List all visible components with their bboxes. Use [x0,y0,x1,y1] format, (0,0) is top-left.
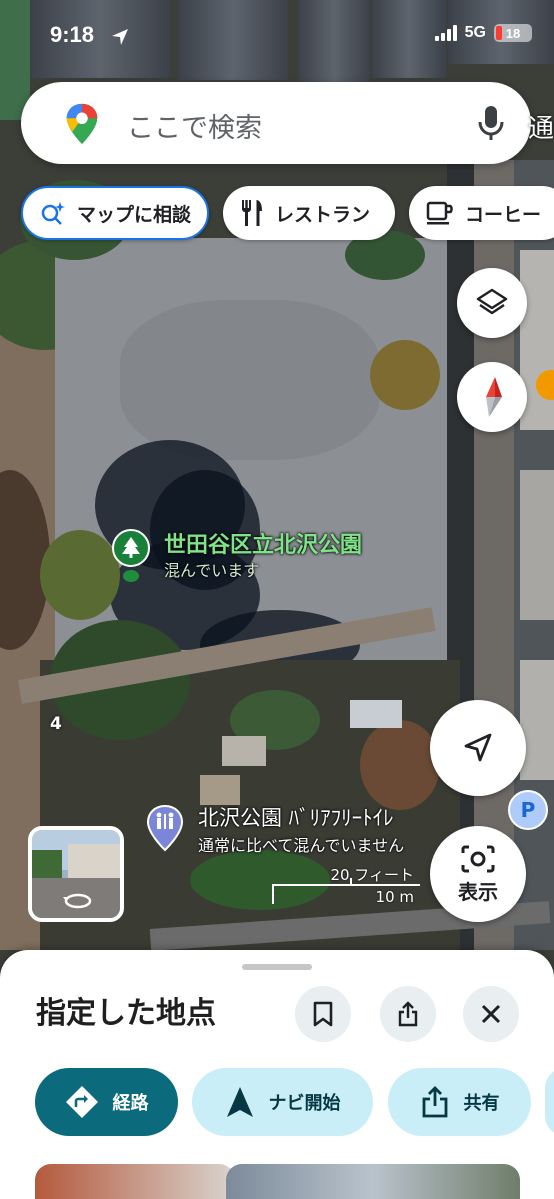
layers-icon [476,288,508,315]
bookmark-icon [313,1001,333,1027]
lens-view-button[interactable]: 表示 [430,826,526,922]
map-edge-label: 通 [527,114,554,144]
park-marker[interactable] [110,528,152,592]
share-small-button[interactable] [380,986,436,1042]
save-button[interactable] [295,986,351,1042]
my-location-button[interactable] [430,700,526,796]
start-navigation-button[interactable]: ナビ開始 [192,1068,373,1136]
tree-pin-icon [112,529,150,582]
map-scale: 20 フィート 10 m [270,864,420,908]
toilet-name[interactable]: 北沢公園 ﾊﾞﾘｱﾌﾘｰﾄｲﾚ [198,802,394,832]
chip-label: レストラン [275,203,371,226]
layers-button[interactable] [457,268,527,338]
share-button[interactable]: 共有 [388,1068,531,1136]
restroom-pin-icon [146,804,184,852]
place-sheet[interactable]: 指定した地点 経路 ナビ開始 共有 [0,950,554,1199]
tree [370,340,440,410]
tree [40,530,120,620]
directions-label: 経路 [112,1093,149,1114]
directions-button[interactable]: 経路 [35,1068,178,1136]
roof [222,736,266,766]
close-icon [481,1004,501,1024]
clock: 9:18 [50,22,95,47]
sparkle-search-icon [41,202,65,225]
place-photo[interactable] [35,1164,235,1199]
share-label: 共有 [463,1093,500,1114]
building [520,470,554,620]
compass-button[interactable] [457,362,527,432]
fork-knife-icon [242,200,262,226]
chip-ask-maps[interactable]: マップに相談 [21,186,209,240]
chip-label: マップに相談 [77,203,192,226]
battery-level: 18 [505,25,521,41]
toilet-crowd-status: 通常に比べて混んでいません [198,836,405,855]
signal-icon [434,25,457,41]
share-icon [422,1086,447,1118]
navigation-arrow-icon [226,1087,253,1117]
scale-metric: 10 m [375,888,414,906]
directions-icon [65,1086,98,1118]
status-bar: 9:18 5G 18 [0,0,554,72]
roof [350,700,402,728]
battery-icon: 18 [494,24,532,42]
network-type: 5G [464,24,486,41]
navigation-outline-icon [464,733,492,762]
street-view-thumbnail[interactable] [28,826,124,922]
tree [360,720,440,810]
rotate-360-icon [63,893,92,909]
compass-icon [486,377,502,417]
navigation-label: ナビ開始 [268,1093,341,1114]
parking-marker[interactable]: P [508,790,548,830]
lens-label: 表示 [458,879,498,904]
location-arrow-icon [112,29,128,45]
drag-handle[interactable] [242,964,312,970]
building [520,660,554,780]
share-icon [398,1001,418,1027]
chip-coffee[interactable]: コーヒー [409,186,554,240]
park-name[interactable]: 世田谷区立北沢公園 [164,527,362,559]
roof [200,775,240,805]
road-number: 4 [50,714,62,734]
status-indicators: 5G 18 [434,24,532,42]
place-photo[interactable] [226,1164,520,1199]
maps-logo-icon [66,103,98,145]
search-input[interactable]: ここで検索 [127,106,262,145]
close-button[interactable] [463,986,519,1042]
park-crowd-status: 混んでいます [164,561,260,580]
chip-restaurant[interactable]: レストラン [223,186,395,240]
camera-lens-icon [461,845,495,872]
sheet-title: 指定した地点 [36,996,216,1031]
coffee-cup-icon [426,201,453,225]
microphone-icon[interactable] [475,104,507,142]
toilet-marker[interactable] [145,804,185,856]
ground-patch [120,300,380,460]
search-bar[interactable]: ここで検索 [21,82,531,164]
scale-imperial: 20 フィート [330,866,414,884]
more-actions-edge[interactable] [545,1068,554,1136]
chip-label: コーヒー [465,203,542,226]
